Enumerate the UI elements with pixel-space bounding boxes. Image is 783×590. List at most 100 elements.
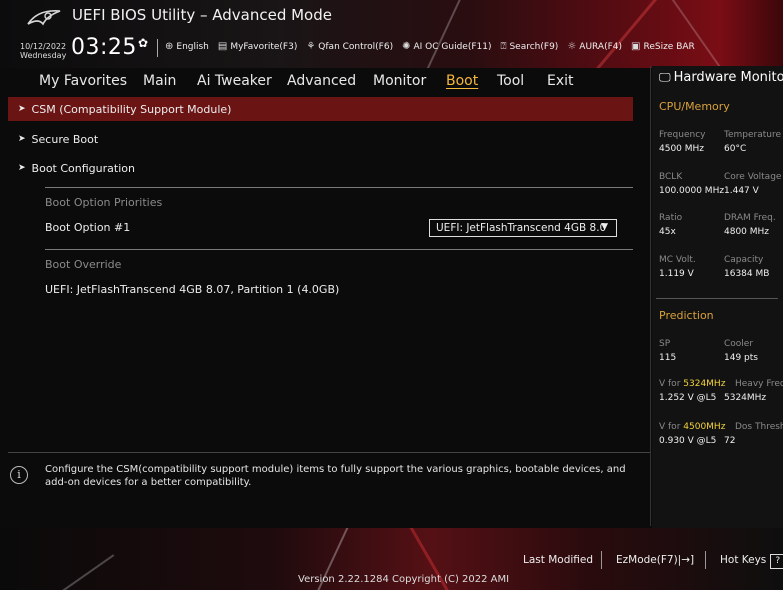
dram-freq-value: 4800 MHz [724, 227, 770, 237]
tab-monitor[interactable]: Monitor [373, 73, 426, 89]
footer-divider [601, 551, 602, 569]
frequency-label: Frequency [659, 130, 706, 140]
search-button[interactable]: ⍰ Search(F9) [500, 41, 558, 52]
language-button[interactable]: ⊕ English [165, 41, 209, 52]
monitor-icon: 🖵 [659, 70, 671, 84]
boot-override-item[interactable]: UEFI: JetFlashTranscend 4GB 8.07, Partit… [45, 283, 339, 296]
tab-advanced[interactable]: Advanced [287, 73, 356, 89]
help-text: Configure the CSM(compatibility support … [45, 464, 626, 488]
sp-label: SP [659, 339, 671, 349]
clock: 03:25 [71, 35, 137, 60]
ratio-label: Ratio [659, 213, 683, 223]
dropdown-arrow-icon: ▼ [601, 222, 608, 232]
v-for-5324-value: 1.252 V @L5 [659, 393, 717, 403]
tab-main[interactable]: Main [143, 73, 176, 89]
mc-volt-value: 1.119 V [659, 269, 694, 279]
submenu-label: Secure Boot [31, 132, 99, 146]
boot-option-1-label: Boot Option #1 [45, 221, 131, 234]
prediction-heading: Prediction [659, 309, 714, 322]
tool-label: Qfan Control(F6) [318, 41, 394, 52]
section-divider [45, 249, 633, 250]
boot-option-1-select[interactable]: UEFI: JetFlashTranscend 4GB 8.0 ▼ [429, 219, 617, 237]
date-display: 10/12/2022 Wednesday [20, 42, 66, 60]
bclk-value: 100.0000 MHz [659, 186, 725, 196]
v-for-freq: 4500MHz [683, 422, 726, 432]
cooler-value: 149 pts [724, 353, 758, 363]
select-value: UEFI: JetFlashTranscend 4GB 8.0 [436, 222, 607, 234]
decor-slash [47, 554, 115, 590]
decor-slash [414, 0, 468, 68]
tab-tool[interactable]: Tool [497, 73, 524, 89]
core-voltage-label: Core Voltage [724, 172, 782, 182]
myfavorite-button[interactable]: ▤ MyFavorite(F3) [218, 41, 297, 52]
aura-button[interactable]: ☼ AURA(F4) [567, 41, 622, 52]
search-icon: ⍰ [500, 41, 507, 52]
v-for-freq: 5324MHz [683, 379, 726, 389]
clock-settings-icon[interactable]: ✿ [138, 36, 148, 50]
heavy-freq-label: Heavy Freq [735, 379, 783, 389]
tab-ai-tweaker[interactable]: Ai Tweaker [197, 73, 272, 89]
tab-my-favorites[interactable]: My Favorites [39, 73, 127, 89]
cpu-memory-heading: CPU/Memory [659, 100, 730, 113]
temperature-label: Temperature [724, 130, 782, 140]
panel-divider [650, 66, 651, 526]
qfan-control-button[interactable]: ⚘ Qfan Control(F6) [306, 41, 393, 52]
help-question-icon: ? [770, 554, 783, 569]
favorites-icon: ▤ [217, 41, 228, 52]
ai-oc-guide-button[interactable]: ✺ AI OC Guide(F11) [402, 41, 491, 52]
resize-bar-button[interactable]: ▣ ReSize BAR [631, 41, 695, 52]
tool-label: ReSize BAR [643, 41, 695, 52]
bclk-label: BCLK [659, 172, 683, 182]
decor-slash [581, 0, 662, 68]
hot-keys-button[interactable]: Hot Keys? [720, 554, 783, 569]
decor-slash [660, 0, 742, 68]
last-modified-button[interactable]: Last Modified [523, 554, 593, 566]
submenu-secure-boot[interactable]: ➤ Secure Boot [8, 128, 633, 150]
chevron-right-icon: ➤ [18, 163, 26, 173]
submenu-boot-configuration[interactable]: ➤ Boot Configuration [8, 157, 633, 179]
aura-icon: ☼ [567, 41, 577, 52]
sp-value: 115 [659, 353, 677, 363]
section-divider [45, 187, 633, 188]
hw-title-text: Hardware Monitor [673, 70, 783, 85]
submenu-csm[interactable]: ➤ CSM (Compatibility Support Module) [8, 97, 633, 121]
core-voltage-value: 1.447 V [724, 186, 759, 196]
globe-icon: ⊕ [165, 41, 174, 52]
boot-option-priorities-label: Boot Option Priorities [45, 196, 163, 209]
date-text: 10/12/2022 [20, 42, 67, 51]
dos-thresh-label: Dos Thresh [735, 422, 783, 432]
footer-divider [705, 551, 706, 569]
frequency-value: 4500 MHz [659, 144, 705, 154]
tool-label: MyFavorite(F3) [230, 41, 298, 52]
info-icon: i [10, 466, 28, 484]
capacity-value: 16384 MB [724, 269, 770, 279]
help-divider [8, 452, 650, 453]
v-for-prefix: V for [659, 379, 684, 389]
boot-override-label: Boot Override [45, 258, 122, 271]
app-title: UEFI BIOS Utility – Advanced Mode [72, 6, 332, 24]
tool-label: Search(F9) [509, 41, 559, 52]
capacity-label: Capacity [724, 255, 764, 265]
divider [157, 39, 158, 57]
heavy-freq-label-text: - [724, 379, 727, 389]
rog-logo-icon [27, 9, 61, 26]
hot-keys-label: Hot Keys [720, 554, 767, 566]
dram-freq-label: DRAM Freq. [724, 213, 776, 223]
v-for-4500-value: 0.930 V @L5 [659, 436, 717, 446]
chevron-right-icon: ➤ [18, 104, 26, 114]
v-for-5324-label: V for 5324MHz [659, 379, 725, 389]
mc-volt-label: MC Volt. [659, 255, 696, 265]
v-for-prefix: V for [659, 422, 684, 432]
toolbar: ⊕ English ▤ MyFavorite(F3) ⚘ Qfan Control(F… [165, 41, 704, 52]
fan-icon: ⚘ [306, 41, 316, 52]
tab-boot[interactable]: Boot [446, 73, 478, 89]
version-text: Version 2.22.1284 Copyright (C) 2022 AMI [298, 574, 510, 585]
day-text: Wednesday [20, 51, 67, 60]
ai-oc-icon: ✺ [402, 41, 411, 52]
tab-exit[interactable]: Exit [547, 73, 574, 89]
hardware-monitor-title: 🖵 Hardware Monitor [659, 70, 783, 85]
resize-bar-icon: ▣ [631, 41, 641, 52]
tool-label: AURA(F4) [579, 41, 623, 52]
chevron-right-icon: ➤ [18, 134, 26, 144]
ezmode-button[interactable]: EzMode(F7)|→] [616, 554, 694, 566]
